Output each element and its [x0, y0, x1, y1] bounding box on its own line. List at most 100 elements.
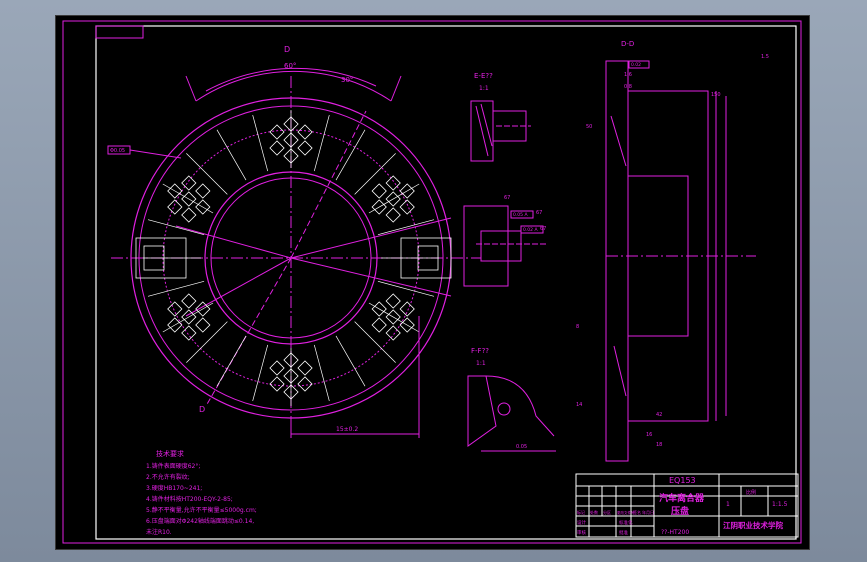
detail-lug: 67 67 67 0.05 A 0.02 A [463, 195, 546, 287]
cluster-square [167, 199, 183, 215]
dd-dim-6: 14 [576, 402, 582, 408]
angle-ext-2 [390, 75, 402, 102]
cluster-square [385, 207, 401, 223]
cluster-square [371, 183, 387, 199]
dd-plate [605, 60, 629, 462]
dd-dim-top: 150 [711, 92, 721, 98]
tb-row-label-1: 标记 [577, 509, 585, 515]
radial-line-4 [185, 257, 292, 317]
tech-req-line-6: 6.压盘端面对Φ242轴线端面跳动≤0.14, [146, 517, 254, 525]
dd-dim-1: 1.6 [624, 72, 632, 78]
radial-line-3 [175, 225, 292, 259]
label-dd: D-D [621, 40, 634, 48]
cluster-square [297, 376, 313, 392]
tb-material: ??-HT200 [661, 529, 689, 536]
cluster-square [385, 325, 401, 341]
label-ff: F-F?? [471, 347, 489, 355]
main-view: 60° 30° D D 15±0.2 Φ0.05 [107, 45, 481, 438]
label-ff-scale: 1:1 [476, 360, 486, 367]
tb-row-label-6: 年月日 [642, 509, 654, 515]
dd-dim-5: 8 [576, 324, 579, 330]
tech-req-line-3: 3.硬度HB170~241; [146, 484, 202, 492]
cluster-square [399, 199, 415, 215]
rib-line [377, 219, 435, 236]
dd-dim-8: 18 [656, 442, 662, 448]
cad-drawing-canvas[interactable]: 60° 30° D D 15±0.2 Φ0.05 E-E?? 1:1 67 67… [55, 15, 810, 550]
cluster-square [181, 293, 197, 309]
dim-angle-30: 30° [341, 76, 353, 84]
cluster-square [269, 124, 285, 140]
tb-role-right-1: 标准化 [619, 519, 633, 526]
dd-hatch-1 [610, 115, 627, 167]
title-block: EQ153 汽车离合器 压盘 ??-HT200 比例 1:1.5 1 江阴职业技… [575, 473, 799, 538]
section-line-d2 [290, 110, 367, 259]
cluster-square [269, 360, 285, 376]
tb-role-1: 设计 [577, 519, 586, 526]
ff-curve [485, 375, 555, 437]
tech-req-line-4: 4.铸件材料按HT200-EQY-2-85; [146, 495, 233, 503]
cluster-square [181, 207, 197, 223]
label-scale-note: 1.5 [761, 54, 769, 60]
section-mark-d-top: D [284, 45, 290, 54]
ff-hole [497, 402, 511, 416]
tb-name-1: 汽车离合器 [659, 492, 705, 504]
label-ee-scale: 1:1 [479, 85, 489, 92]
dd-dim-7: 16 [646, 432, 652, 438]
rib-line [147, 280, 205, 297]
rib-line [216, 129, 247, 181]
tech-req-line-5: 5.静不平衡量,允许不平衡量≤5000g.cm; [146, 506, 257, 514]
tech-req-line-2: 2.不允许有裂纹; [146, 473, 190, 481]
cluster-square [195, 317, 211, 333]
callout-left-text: Φ0.05 [110, 148, 125, 154]
angle-ext-1 [185, 75, 197, 102]
section-mark-d-bottom: D [199, 405, 205, 414]
rib-line [147, 219, 205, 236]
rib-line [216, 335, 247, 387]
rib-line [313, 114, 330, 172]
tb-name-2: 压盘 [671, 505, 689, 517]
tech-req-line-1: 1.铸件表面硬度62°; [146, 462, 200, 470]
section-ff: F-F?? 1:1 0.05 [467, 347, 556, 452]
rib-line [252, 114, 269, 172]
ff-body [467, 375, 497, 447]
dd-dim-4: 42 [656, 412, 662, 418]
cluster-square [399, 301, 415, 317]
callout-left-leader [129, 149, 182, 159]
cluster-square [297, 140, 313, 156]
tb-row-label-5: 签名 [633, 509, 641, 515]
tb-role-right-2: 批准 [619, 529, 628, 536]
dd-hatch-2 [613, 345, 627, 397]
rib-line [377, 280, 435, 297]
tb-school: 江阴职业技术学院 [723, 520, 783, 530]
dim-67b: 67 [536, 210, 542, 216]
tb-code: EQ153 [669, 476, 696, 485]
dd-dim-3: 50 [586, 124, 592, 130]
dd-callout-text: 0.02 [631, 62, 641, 68]
tb-row-label-2: 处数 [590, 509, 598, 515]
rib-line [335, 335, 366, 387]
dd-dim-2: 0.8 [624, 84, 632, 90]
dim-67a: 67 [504, 195, 510, 201]
dim-angle-60: 60° [284, 62, 296, 70]
section-dd: D-D 1.5 150 1.6 0.8 50 42 8 14 16 18 0.0… [576, 40, 769, 462]
cluster-square [167, 301, 183, 317]
cluster-square [297, 360, 313, 376]
cluster-square [269, 140, 285, 156]
cluster-square [181, 325, 197, 341]
dim-15: 15±0.2 [336, 426, 358, 433]
label-ee: E-E?? [474, 72, 493, 80]
cluster-square [385, 293, 401, 309]
corner-label-box [95, 25, 144, 39]
detail-boss [480, 230, 522, 262]
rib-line [335, 129, 366, 181]
rib-line [313, 344, 330, 402]
tb-role-2: 审核 [577, 529, 586, 536]
tech-req-heading: 技术要求 [156, 449, 184, 458]
cluster-square [269, 376, 285, 392]
ff-dim: 0.05 [516, 444, 527, 450]
angle-arc-1 [195, 70, 392, 102]
tb-scale: 1:1.5 [772, 501, 788, 508]
tb-quantity: 1 [726, 501, 730, 508]
ee-hatch-2 [480, 103, 493, 147]
section-ee: E-E?? 1:1 [470, 72, 531, 162]
